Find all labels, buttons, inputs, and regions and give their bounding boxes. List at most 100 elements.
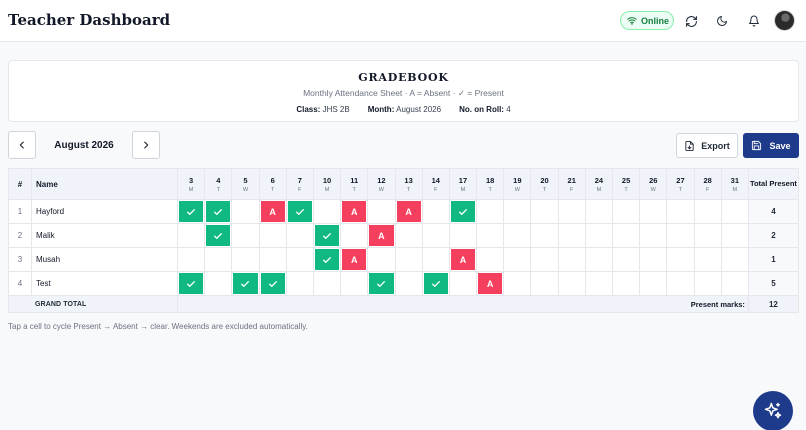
attendance-cell[interactable] (285, 271, 314, 296)
attendance-cell[interactable] (367, 247, 396, 272)
attendance-cell[interactable] (176, 199, 206, 224)
attendance-cell[interactable] (204, 271, 233, 296)
attendance-cell[interactable] (503, 247, 532, 272)
attendance-cell[interactable] (421, 223, 450, 248)
attendance-cell[interactable]: A (394, 199, 423, 224)
next-month-button[interactable] (132, 131, 160, 159)
present-mark (287, 201, 312, 222)
save-button[interactable]: Save (743, 133, 799, 158)
attendance-cell[interactable] (394, 271, 423, 296)
attendance-cell[interactable] (231, 223, 260, 248)
ai-assistant-button[interactable] (753, 391, 793, 430)
attendance-cell[interactable] (720, 247, 749, 272)
weekday-letter: T (406, 186, 411, 193)
attendance-cell[interactable] (476, 199, 505, 224)
attendance-cell[interactable] (611, 247, 641, 272)
attendance-cell[interactable] (639, 247, 668, 272)
weekday-letter: W (514, 186, 520, 193)
check-icon (187, 208, 196, 215)
attendance-cell[interactable] (231, 271, 260, 296)
export-button[interactable]: Export (676, 133, 738, 158)
attendance-cell[interactable] (448, 271, 478, 296)
attendance-cell[interactable]: A (367, 223, 396, 248)
attendance-cell[interactable] (367, 271, 396, 296)
attendance-cell[interactable]: A (258, 199, 287, 224)
attendance-cell[interactable] (693, 199, 722, 224)
attendance-cell[interactable] (557, 223, 586, 248)
attendance-cell[interactable] (530, 271, 559, 296)
attendance-cell[interactable] (639, 271, 668, 296)
user-avatar[interactable] (774, 10, 795, 31)
attendance-cell[interactable] (666, 199, 695, 224)
attendance-cell[interactable] (611, 223, 641, 248)
attendance-cell[interactable] (204, 247, 233, 272)
attendance-cell[interactable] (584, 271, 614, 296)
attendance-cell[interactable] (258, 223, 287, 248)
attendance-cell[interactable] (530, 199, 559, 224)
attendance-cell[interactable] (258, 247, 287, 272)
attendance-cell[interactable] (557, 271, 586, 296)
attendance-cell[interactable] (176, 223, 206, 248)
attendance-cell[interactable] (176, 271, 206, 296)
attendance-cell[interactable] (720, 199, 749, 224)
attendance-cell[interactable] (312, 271, 342, 296)
attendance-cell[interactable] (285, 247, 314, 272)
attendance-cell[interactable] (340, 271, 369, 296)
attendance-cell[interactable] (448, 223, 478, 248)
attendance-cell[interactable] (503, 271, 532, 296)
attendance-cell[interactable] (611, 271, 641, 296)
attendance-cell[interactable] (720, 271, 749, 296)
attendance-cell[interactable] (557, 199, 586, 224)
attendance-cell[interactable] (639, 199, 668, 224)
attendance-cell[interactable] (639, 223, 668, 248)
attendance-cell[interactable] (530, 223, 559, 248)
attendance-cell[interactable] (312, 199, 342, 224)
attendance-cell[interactable] (176, 247, 206, 272)
attendance-cell[interactable] (394, 247, 423, 272)
day-column-header: 6T (258, 168, 287, 200)
attendance-cell[interactable] (584, 199, 614, 224)
attendance-cell[interactable] (312, 247, 342, 272)
weekday-letter: M (596, 186, 602, 193)
attendance-cell[interactable] (285, 199, 314, 224)
attendance-cell[interactable] (693, 271, 722, 296)
attendance-cell[interactable]: A (448, 247, 478, 272)
attendance-cell[interactable] (503, 199, 532, 224)
notifications-button[interactable] (743, 10, 765, 32)
refresh-button[interactable] (680, 10, 702, 32)
attendance-cell[interactable] (476, 223, 505, 248)
attendance-cell[interactable]: A (476, 271, 505, 296)
attendance-cell[interactable] (503, 223, 532, 248)
attendance-cell[interactable] (258, 271, 287, 296)
attendance-cell[interactable] (421, 247, 450, 272)
attendance-cell[interactable] (285, 223, 314, 248)
attendance-cell[interactable] (421, 199, 450, 224)
attendance-cell[interactable] (584, 223, 614, 248)
attendance-cell[interactable] (312, 223, 342, 248)
attendance-cell[interactable] (476, 247, 505, 272)
theme-toggle-button[interactable] (711, 10, 733, 32)
attendance-cell[interactable]: A (340, 247, 369, 272)
attendance-cell[interactable] (666, 271, 695, 296)
attendance-cell[interactable] (204, 199, 233, 224)
attendance-cell[interactable] (231, 199, 260, 224)
attendance-cell[interactable] (394, 223, 423, 248)
attendance-cell[interactable] (340, 223, 369, 248)
attendance-cell[interactable] (530, 247, 559, 272)
attendance-cell[interactable] (720, 223, 749, 248)
attendance-cell[interactable] (693, 223, 722, 248)
attendance-cell[interactable] (584, 247, 614, 272)
attendance-cell[interactable] (204, 223, 233, 248)
chevron-left-icon (19, 141, 24, 149)
attendance-cell[interactable] (666, 223, 695, 248)
attendance-cell[interactable] (611, 199, 641, 224)
attendance-cell[interactable] (693, 247, 722, 272)
attendance-cell[interactable] (557, 247, 586, 272)
attendance-cell[interactable] (666, 247, 695, 272)
attendance-cell[interactable] (231, 247, 260, 272)
attendance-cell[interactable] (448, 199, 478, 224)
attendance-cell[interactable] (367, 199, 396, 224)
attendance-cell[interactable]: A (340, 199, 369, 224)
previous-month-button[interactable] (8, 131, 36, 159)
attendance-cell[interactable] (421, 271, 450, 296)
